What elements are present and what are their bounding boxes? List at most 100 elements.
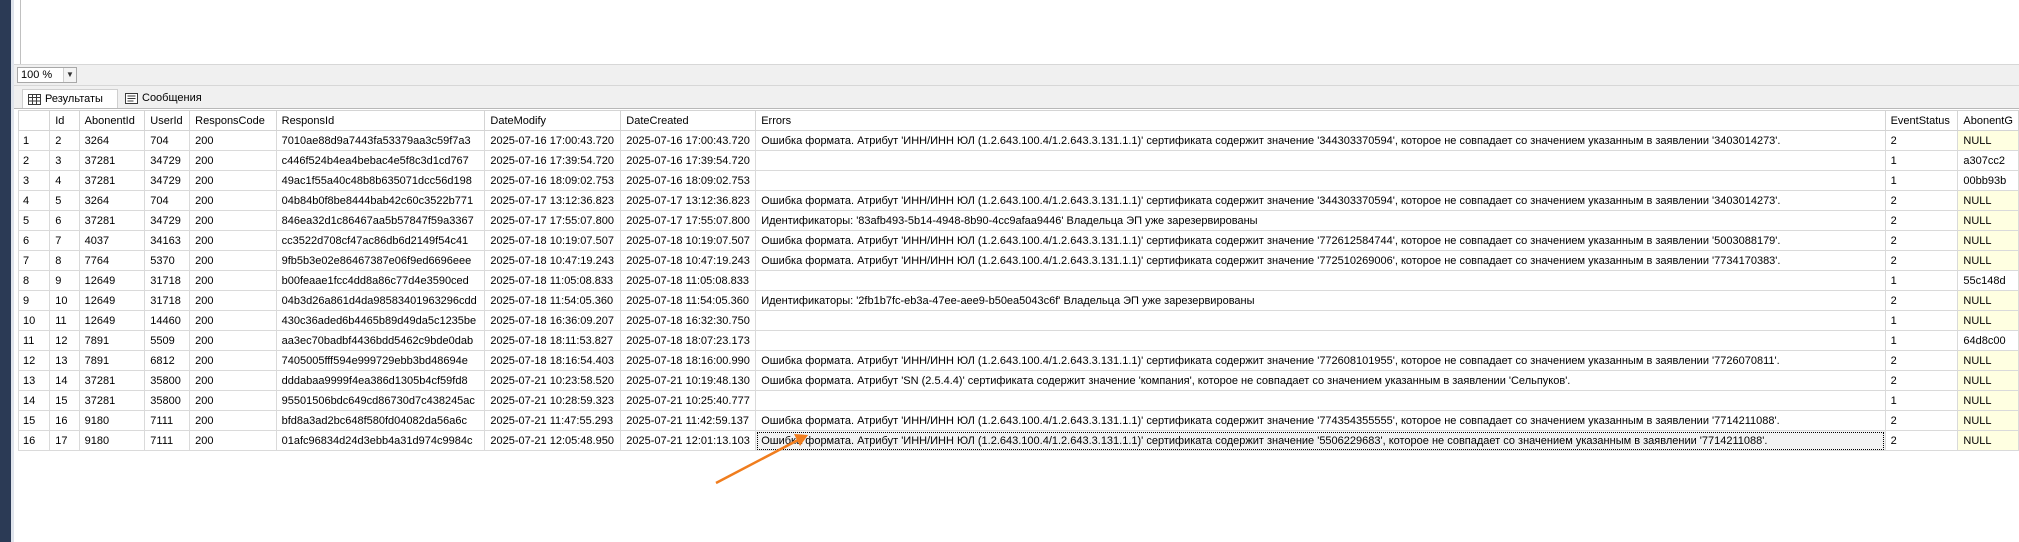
table-cell[interactable]: 2 (1884, 430, 1959, 451)
table-cell[interactable]: 2025-07-18 11:54:05.360 (484, 290, 622, 311)
table-cell[interactable]: 3 (49, 150, 80, 171)
table-cell[interactable]: 2025-07-18 11:54:05.360 (620, 290, 757, 311)
table-cell[interactable]: NULL (1957, 190, 2019, 211)
table-cell[interactable]: 2025-07-18 18:07:23.173 (620, 330, 757, 351)
column-header[interactable]: ResponsCode (189, 110, 277, 131)
table-cell[interactable]: 2025-07-18 18:11:53.827 (484, 330, 622, 351)
table-row[interactable]: 6 7 4037 34163 200 cc3522d708cf47ac86db6d2149… (17, 230, 2019, 251)
row-number-cell[interactable]: 8 (17, 270, 51, 291)
table-cell[interactable]: Ошибка формата. Атрибут 'SN (2.5.4.4)' с… (755, 370, 1886, 391)
table-cell[interactable]: 2 (1884, 290, 1959, 311)
table-cell[interactable]: 2025-07-21 12:01:13.103 (620, 430, 757, 451)
table-row[interactable]: 7 8 7764 5370 200 9fb5b3e02e86467387e06f9ed66… (17, 250, 2019, 271)
table-cell[interactable]: 37281 (78, 370, 146, 391)
table-cell[interactable]: 200 (189, 150, 277, 171)
table-cell[interactable] (755, 170, 1886, 191)
table-cell[interactable]: 2025-07-18 16:32:30.750 (620, 310, 757, 331)
table-cell[interactable]: 35800 (144, 370, 191, 391)
table-cell[interactable]: Ошибка формата. Атрибут 'ИНН/ИНН ЮЛ (1.2… (755, 250, 1886, 271)
table-cell[interactable]: 200 (189, 330, 277, 351)
table-cell[interactable]: 2025-07-17 13:12:36.823 (620, 190, 757, 211)
table-cell[interactable]: 3264 (78, 130, 146, 151)
table-cell[interactable]: 1 (1884, 310, 1959, 331)
column-header[interactable]: Id (49, 110, 80, 131)
table-cell[interactable]: Ошибка формата. Атрибут 'ИНН/ИНН ЮЛ (1.2… (755, 410, 1886, 431)
table-cell[interactable]: 34163 (144, 230, 191, 251)
table-cell[interactable]: 2025-07-16 17:00:43.720 (484, 130, 622, 151)
tab-messages[interactable]: Сообщения (120, 89, 216, 108)
table-cell[interactable]: 2 (1884, 130, 1959, 151)
table-cell[interactable]: 200 (189, 210, 277, 231)
table-cell[interactable]: b00feaae1fcc4dd8a86c77d4e3590ced (275, 270, 486, 291)
table-cell[interactable]: 9180 (78, 430, 146, 451)
table-cell[interactable]: 7405005fff594e999729ebb3bd48694e (275, 350, 486, 371)
table-cell[interactable]: 2025-07-21 10:28:59.323 (484, 390, 622, 411)
table-row[interactable]: 14 15 37281 35800 200 95501506bdc649cd86730d7… (17, 390, 2019, 411)
table-cell[interactable]: 17 (49, 430, 80, 451)
row-number-cell[interactable]: 14 (17, 390, 51, 411)
table-cell[interactable]: NULL (1957, 290, 2019, 311)
table-cell[interactable]: 2 (1884, 410, 1959, 431)
table-cell[interactable]: 8 (49, 250, 80, 271)
table-cell[interactable]: 200 (189, 270, 277, 291)
column-header[interactable]: AbonentG (1957, 110, 2019, 131)
table-cell[interactable]: 704 (144, 190, 191, 211)
table-cell[interactable]: 200 (189, 290, 277, 311)
table-row[interactable]: 5 6 37281 34729 200 846ea32d1c86467aa5b57847f… (17, 210, 2019, 231)
table-cell[interactable]: cc3522d708cf47ac86db6d2149f54c41 (275, 230, 486, 251)
table-cell[interactable]: 2 (1884, 370, 1959, 391)
table-row[interactable]: 10 11 12649 14460 200 430c36aded6b4465b89d49d… (17, 310, 2019, 331)
table-row[interactable]: 16 17 9180 7111 200 01afc96834d24d3ebb4a31d97… (17, 430, 2019, 451)
table-cell[interactable]: 12649 (78, 310, 146, 331)
table-cell[interactable]: 11 (49, 310, 80, 331)
table-cell[interactable]: 95501506bdc649cd86730d7c438245ac (275, 390, 486, 411)
table-cell[interactable]: 9fb5b3e02e86467387e06f9ed6696eee (275, 250, 486, 271)
table-cell[interactable]: 5509 (144, 330, 191, 351)
table-cell[interactable]: 2025-07-21 11:47:55.293 (484, 410, 622, 431)
table-row[interactable]: 8 9 12649 31718 200 b00feaae1fcc4dd8a86c77d4e… (17, 270, 2019, 291)
table-cell[interactable]: 6812 (144, 350, 191, 371)
row-number-cell[interactable]: 15 (17, 410, 51, 431)
table-cell[interactable]: c446f524b4ea4bebac4e5f8c3d1cd767 (275, 150, 486, 171)
table-cell[interactable]: 7111 (144, 430, 191, 451)
table-cell[interactable]: 2025-07-16 18:09:02.753 (620, 170, 757, 191)
row-number-cell[interactable]: 12 (17, 350, 51, 371)
row-number-cell[interactable]: 13 (17, 370, 51, 391)
table-cell[interactable]: 200 (189, 350, 277, 371)
table-cell[interactable]: 34729 (144, 150, 191, 171)
table-cell[interactable]: 2 (49, 130, 80, 151)
table-cell[interactable] (755, 390, 1886, 411)
table-cell[interactable]: 2025-07-21 10:19:48.130 (620, 370, 757, 391)
table-cell[interactable]: Ошибка формата. Атрибут 'ИНН/ИНН ЮЛ (1.2… (755, 350, 1886, 371)
results-grid[interactable]: Id AbonentId UserId ResponsCode ResponsI… (14, 108, 2019, 451)
table-cell[interactable]: 37281 (78, 210, 146, 231)
table-cell[interactable]: 34729 (144, 170, 191, 191)
table-cell[interactable]: 2025-07-16 17:39:54.720 (484, 150, 622, 171)
table-cell[interactable]: 2025-07-21 10:23:58.520 (484, 370, 622, 391)
table-cell[interactable]: 2 (1884, 190, 1959, 211)
table-cell[interactable]: a307cc2 (1957, 150, 2019, 171)
table-cell[interactable]: NULL (1957, 410, 2019, 431)
row-number-cell[interactable]: 2 (17, 150, 51, 171)
table-cell[interactable]: 14460 (144, 310, 191, 331)
table-cell[interactable]: NULL (1957, 310, 2019, 331)
table-cell[interactable] (755, 270, 1886, 291)
tab-results[interactable]: Результаты (22, 89, 118, 108)
table-cell[interactable]: 200 (189, 430, 277, 451)
table-cell[interactable]: 37281 (78, 170, 146, 191)
column-header[interactable]: Errors (755, 110, 1886, 131)
table-cell[interactable]: Идентификаторы: '83afb493-5b14-4948-8b90… (755, 210, 1886, 231)
table-cell[interactable]: 6 (49, 210, 80, 231)
table-cell[interactable]: 55c148d (1957, 270, 2019, 291)
table-cell[interactable]: 12649 (78, 290, 146, 311)
column-header[interactable]: UserId (144, 110, 191, 131)
table-cell[interactable]: 2 (1884, 250, 1959, 271)
row-number-cell[interactable]: 4 (17, 190, 51, 211)
table-cell[interactable]: 9180 (78, 410, 146, 431)
table-row[interactable]: 2 3 37281 34729 200 c446f524b4ea4bebac4e5f8c3… (17, 150, 2019, 171)
table-cell[interactable]: 2025-07-16 17:39:54.720 (620, 150, 757, 171)
table-cell[interactable]: 49ac1f55a40c48b8b635071dcc56d198 (275, 170, 486, 191)
table-cell[interactable]: 64d8c00 (1957, 330, 2019, 351)
row-number-header[interactable] (17, 110, 51, 131)
table-cell[interactable]: 2025-07-17 17:55:07.800 (484, 210, 622, 231)
